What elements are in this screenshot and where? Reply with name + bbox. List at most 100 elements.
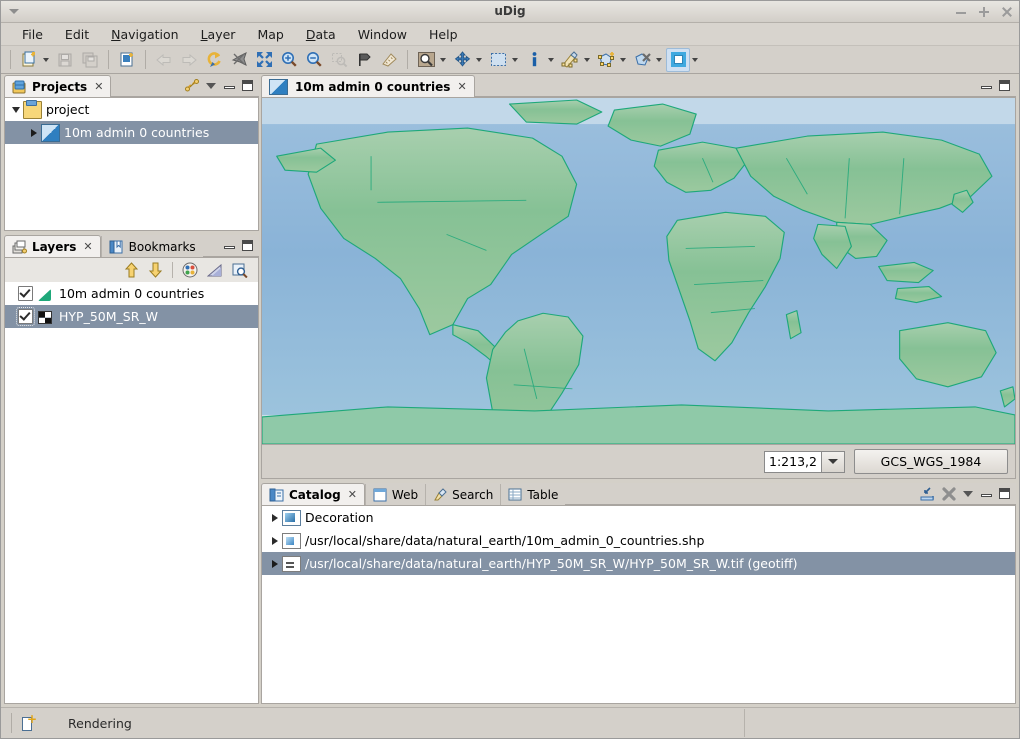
bbox-select-dropdown-icon[interactable]	[512, 57, 518, 62]
tab-bookmarks[interactable]: Bookmarks	[100, 236, 203, 257]
chevron-down-icon[interactable]	[963, 488, 974, 499]
save-all-icon[interactable]	[78, 48, 102, 72]
select-tool-dropdown-icon[interactable]	[440, 57, 446, 62]
zoom-layer-icon[interactable]	[232, 263, 248, 278]
tree-item-map[interactable]: 10m admin 0 countries	[5, 121, 258, 144]
flag-icon[interactable]	[352, 48, 376, 72]
arrow-right-icon[interactable]	[177, 48, 201, 72]
map-canvas[interactable]	[262, 98, 1015, 444]
menu-map[interactable]: Map	[246, 25, 294, 44]
tab-table[interactable]: Table	[500, 484, 566, 505]
layers-list[interactable]: 10m admin 0 countries HYP_50M_SR_W	[4, 282, 259, 704]
udig-window: uDig File Edit Navigation Layer Map Data…	[0, 0, 1020, 739]
minimize-icon[interactable]	[224, 80, 235, 91]
chevron-right-icon[interactable]	[268, 513, 282, 522]
tab-search[interactable]: Search	[425, 484, 501, 505]
tab-filler	[565, 483, 916, 505]
refresh-icon[interactable]	[202, 48, 226, 72]
chevron-down-icon[interactable]	[9, 106, 23, 113]
remove-x-icon[interactable]	[942, 486, 956, 501]
edit-geometry-icon[interactable]	[558, 48, 582, 72]
palette-icon[interactable]	[182, 262, 198, 278]
catalog-row-geotiff[interactable]: /usr/local/share/data/natural_earth/HYP_…	[262, 552, 1015, 575]
select-tool-icon[interactable]	[414, 48, 438, 72]
delete-feature-icon[interactable]	[630, 48, 654, 72]
fill-style-dropdown-icon[interactable]	[692, 57, 698, 62]
create-feature-icon[interactable]	[594, 48, 618, 72]
zoom-out-icon[interactable]	[302, 48, 326, 72]
measure-icon[interactable]	[377, 48, 401, 72]
arrow-down-icon[interactable]	[148, 262, 163, 278]
arrow-up-icon[interactable]	[124, 262, 139, 278]
projects-icon	[12, 80, 27, 94]
tab-layers[interactable]: Layers ✕	[4, 235, 101, 257]
menu-data[interactable]: Data	[295, 25, 347, 44]
catalog-row-decoration[interactable]: Decoration	[262, 506, 1015, 529]
layer-row-raster[interactable]: HYP_50M_SR_W	[5, 305, 258, 328]
status-separator	[11, 713, 12, 733]
close-icon[interactable]: ✕	[83, 240, 92, 253]
scale-dropdown-icon[interactable]	[821, 450, 845, 473]
maximize-icon[interactable]	[999, 488, 1010, 499]
tab-catalog[interactable]: Catalog ✕	[261, 483, 365, 505]
fill-style-icon[interactable]	[666, 47, 690, 72]
chevron-down-icon[interactable]	[206, 80, 217, 91]
stop-render-icon[interactable]	[227, 48, 251, 72]
edit-geometry-dropdown-icon[interactable]	[584, 57, 590, 62]
tab-web[interactable]: Web	[364, 484, 426, 505]
close-icon[interactable]: ✕	[94, 80, 103, 93]
new-document-icon[interactable]	[17, 48, 41, 72]
minimize-icon[interactable]	[981, 80, 992, 91]
tab-map-editor[interactable]: 10m admin 0 countries ✕	[261, 75, 475, 97]
pan-dropdown-icon[interactable]	[476, 57, 482, 62]
minimize-window-button[interactable]	[955, 6, 967, 18]
close-window-button[interactable]	[1001, 6, 1013, 18]
maximize-icon[interactable]	[242, 240, 253, 251]
new-project-icon[interactable]	[115, 48, 139, 72]
layer-visibility-checkbox[interactable]	[18, 286, 33, 301]
ramp-icon[interactable]	[207, 263, 223, 278]
menu-file[interactable]: File	[11, 25, 54, 44]
tree-item-project[interactable]: project	[5, 98, 258, 121]
catalog-tree[interactable]: Decoration /usr/local/share/data/natural…	[261, 505, 1016, 704]
menu-navigation[interactable]: Navigation	[100, 25, 189, 44]
menu-window[interactable]: Window	[347, 25, 418, 44]
window-controls	[955, 1, 1013, 22]
crs-button[interactable]: GCS_WGS_1984	[854, 449, 1008, 474]
import-icon[interactable]	[920, 486, 935, 501]
info-dropdown-icon[interactable]	[548, 57, 554, 62]
menu-edit[interactable]: Edit	[54, 25, 100, 44]
link-icon[interactable]	[185, 79, 199, 92]
maximize-window-button[interactable]	[978, 6, 990, 18]
delete-feature-dropdown-icon[interactable]	[656, 57, 662, 62]
save-icon[interactable]	[53, 48, 77, 72]
chevron-right-icon[interactable]	[268, 536, 282, 545]
minimize-icon[interactable]	[224, 240, 235, 251]
toolbar-separator	[10, 50, 11, 69]
chevron-right-icon[interactable]	[27, 128, 41, 137]
layer-visibility-checkbox[interactable]	[16, 307, 35, 326]
layer-row-vector[interactable]: 10m admin 0 countries	[5, 282, 258, 305]
catalog-row-shapefile[interactable]: /usr/local/share/data/natural_earth/10m_…	[262, 529, 1015, 552]
chevron-right-icon[interactable]	[268, 559, 282, 568]
zoom-extent-icon[interactable]	[252, 48, 276, 72]
menu-layer[interactable]: Layer	[190, 25, 247, 44]
layers-icon	[12, 240, 27, 254]
scale-input[interactable]: 1:213,2	[764, 450, 821, 473]
zoom-in-icon[interactable]	[277, 48, 301, 72]
pan-icon[interactable]	[450, 48, 474, 72]
minimize-icon[interactable]	[981, 488, 992, 499]
info-icon[interactable]	[522, 48, 546, 72]
tab-projects[interactable]: Projects ✕	[4, 75, 112, 97]
projects-tree[interactable]: project 10m admin 0 countries	[4, 97, 259, 231]
maximize-icon[interactable]	[999, 80, 1010, 91]
menu-help[interactable]: Help	[418, 25, 469, 44]
maximize-icon[interactable]	[242, 80, 253, 91]
create-feature-dropdown-icon[interactable]	[620, 57, 626, 62]
bbox-select-icon[interactable]	[486, 48, 510, 72]
close-icon[interactable]: ✕	[348, 488, 357, 501]
new-document-dropdown-icon[interactable]	[43, 57, 49, 62]
zoom-selection-icon[interactable]	[327, 48, 351, 72]
close-icon[interactable]: ✕	[457, 80, 466, 93]
arrow-left-icon[interactable]	[152, 48, 176, 72]
